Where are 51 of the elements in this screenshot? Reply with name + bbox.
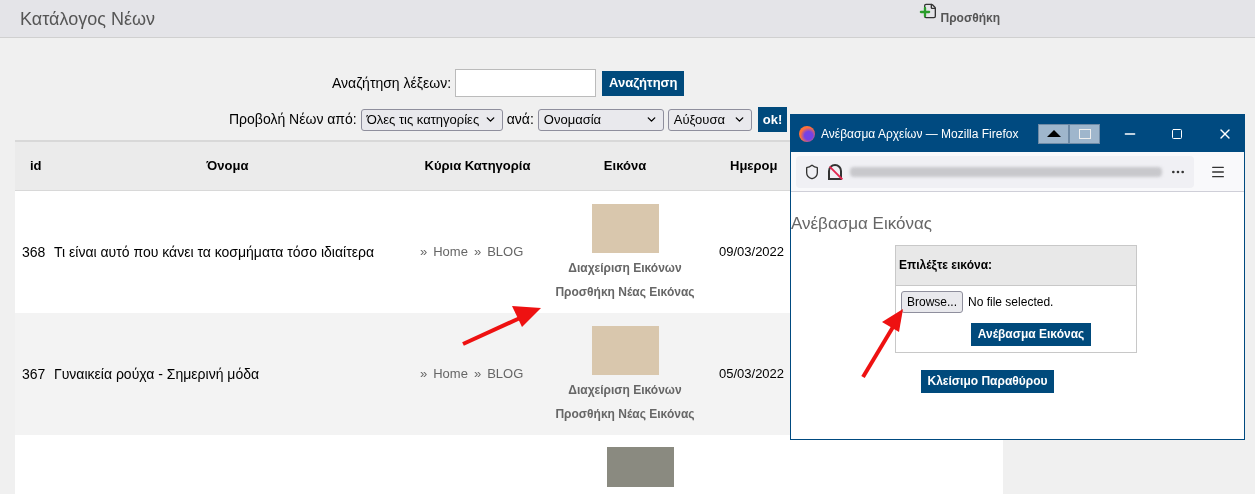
order-select[interactable]: Αύξουσα [667, 108, 752, 131]
pointer-arrow [861, 309, 903, 379]
column-header: Όνομα [205, 157, 250, 176]
page-title: Κατάλογος Νέων [19, 8, 155, 31]
image-link[interactable]: Διαχείριση Εικόνων [568, 380, 682, 399]
add-link[interactable]: Προσθήκη [940, 9, 1000, 27]
breadcrumb-link[interactable]: Home [433, 364, 468, 384]
browser-logo-icon [799, 125, 815, 142]
date-cell-text: 09/03/2022 [719, 243, 785, 262]
photo-placeholder [606, 447, 674, 487]
search-button[interactable]: Αναζήτηση [602, 70, 685, 96]
breadcrumb-separator: » [420, 243, 428, 262]
photo-placeholder [591, 203, 659, 253]
date-cell-text: 05/03/2022 [719, 365, 785, 384]
column-header: Εικόνα [602, 157, 648, 176]
sort-field-select[interactable]: Ονομασία [537, 108, 664, 131]
id-cell-text: 368 [21, 242, 47, 262]
window-title: Ανέβασμα Αρχείων — Mozilla Firefox [821, 125, 1019, 143]
column-header: Ημερομ [729, 157, 778, 176]
close-window-button[interactable]: Κλείσιμο Παραθύρου [920, 369, 1055, 393]
breadcrumb-link[interactable]: BLOG [487, 242, 524, 262]
news-title: Γυναικεία ρούχα - Σημερινή μόδα [53, 364, 261, 384]
breadcrumb-link[interactable]: Home [433, 242, 468, 262]
news-title: Τι είναι αυτό που κάνει τα κοσμήματα τόσο ιδιαίτερα [53, 242, 375, 262]
lock-slash-icon[interactable] [828, 163, 842, 180]
maximize-icon[interactable] [1171, 127, 1184, 140]
breadcrumb-separator: » [420, 365, 428, 384]
category-select[interactable]: Όλες τις κατηγορίες [360, 108, 503, 131]
panel-title: Επιλέξτε εικόνα: [899, 257, 993, 274]
shield-icon[interactable] [804, 163, 820, 180]
browse-button[interactable]: Browse... [901, 290, 963, 313]
id-cell-text: 367 [21, 364, 47, 384]
photo-placeholder [591, 325, 659, 375]
breadcrumb-link[interactable]: BLOG [487, 364, 524, 384]
scroll-up-icon[interactable] [1038, 123, 1070, 144]
breadcrumb-separator: » [473, 365, 482, 384]
image-link[interactable]: Προσθήκη Νέας Εικόνας [555, 282, 695, 301]
breadcrumb-separator: » [473, 243, 482, 262]
upload-button[interactable]: Ανέβασμα Εικόνας [970, 322, 1092, 346]
search-label: Αναζήτηση λέξεων: [332, 73, 452, 93]
search-field[interactable] [455, 69, 597, 97]
image-link[interactable]: Προσθήκη Νέας Εικόνας [555, 404, 695, 423]
file-status: No file selected. [968, 293, 1054, 311]
popup-heading: Ανέβασμα Εικόνας [791, 213, 933, 235]
column-header: Κύρια Κατηγορία [423, 157, 532, 176]
column-header: id [29, 157, 43, 176]
filter-label: Προβολή Νέων από: [229, 110, 357, 129]
sort-label: ανά: [506, 110, 534, 129]
image-link[interactable]: Διαχείριση Εικόνων [568, 258, 682, 277]
add-document-icon[interactable] [917, 3, 938, 21]
ok-button[interactable]: ok! [757, 107, 788, 132]
